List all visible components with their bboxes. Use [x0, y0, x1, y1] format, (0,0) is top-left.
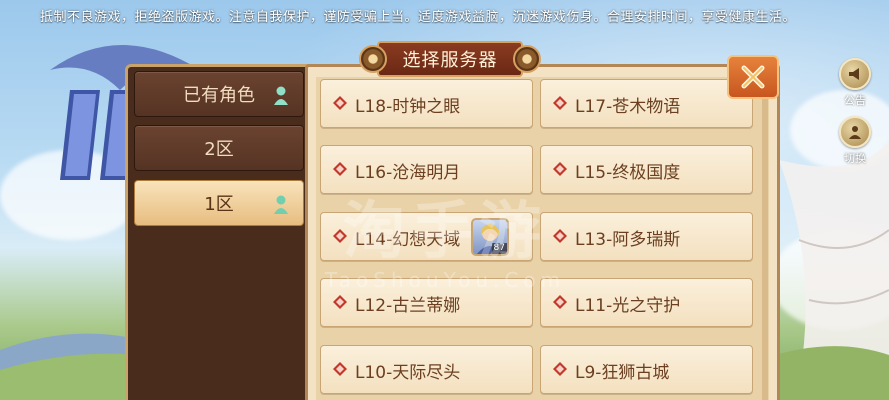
- server-name: L14-幻想天域: [355, 230, 461, 250]
- tab-label: 2区: [204, 139, 234, 160]
- server-status-diamond-icon: [553, 229, 567, 243]
- server-status-diamond-icon: [333, 162, 347, 176]
- dialog-title-banner: 选择服务器: [355, 41, 545, 77]
- server-status-diamond-icon: [553, 162, 567, 176]
- tab-existing-characters[interactable]: 已有角色: [134, 71, 304, 117]
- zone-tab-panel: 已有角色 2区 1区: [125, 64, 310, 400]
- person-icon: [274, 195, 288, 214]
- game-scene: 抵制不良游戏，拒绝盗版游戏。注意自我保护，谨防受骗上当。适度游戏益脑，沉迷游戏伤…: [0, 0, 889, 400]
- server-name: L12-古兰蒂娜: [355, 296, 461, 316]
- dialog-title: 选择服务器: [402, 50, 498, 71]
- server-card[interactable]: L17-苍木物语: [540, 79, 753, 128]
- server-card[interactable]: L15-终极国度: [540, 145, 753, 194]
- close-icon: [727, 55, 779, 99]
- switch-account-icon: [839, 116, 871, 148]
- megaphone-icon: [839, 58, 871, 90]
- server-status-diamond-icon: [333, 295, 347, 309]
- switch-account-button[interactable]: 切换: [839, 116, 871, 166]
- tab-label: 已有角色: [183, 85, 255, 106]
- server-name: L16-沧海明月: [355, 163, 461, 183]
- scrollbar[interactable]: [762, 72, 768, 400]
- person-icon: [274, 86, 288, 105]
- server-card[interactable]: L12-古兰蒂娜: [320, 278, 533, 327]
- tab-zone-1[interactable]: 1区: [134, 180, 304, 226]
- server-status-diamond-icon: [553, 96, 567, 110]
- server-card[interactable]: L10-天际尽头: [320, 345, 533, 394]
- character-level: 87: [491, 243, 507, 254]
- server-status-diamond-icon: [553, 295, 567, 309]
- server-status-diamond-icon: [553, 362, 567, 376]
- server-card[interactable]: L14-幻想天域 87: [320, 212, 533, 261]
- announcement-button[interactable]: 公告: [839, 58, 871, 108]
- server-card[interactable]: L18-时钟之眼: [320, 79, 533, 128]
- server-card[interactable]: L13-阿多瑞斯: [540, 212, 753, 261]
- server-name: L11-光之守护: [575, 296, 681, 316]
- server-name: L9-狂狮古城: [575, 363, 670, 383]
- server-status-diamond-icon: [333, 229, 347, 243]
- server-card[interactable]: L9-狂狮古城: [540, 345, 753, 394]
- server-status-diamond-icon: [333, 362, 347, 376]
- server-name: L13-阿多瑞斯: [575, 230, 681, 250]
- server-name: L18-时钟之眼: [355, 97, 461, 117]
- health-notice: 抵制不良游戏，拒绝盗版游戏。注意自我保护，谨防受骗上当。适度游戏益脑，沉迷游戏伤…: [40, 10, 797, 25]
- close-button[interactable]: [727, 55, 779, 99]
- tab-zone-2[interactable]: 2区: [134, 125, 304, 171]
- tab-label: 1区: [204, 194, 234, 215]
- server-card[interactable]: L11-光之守护: [540, 278, 753, 327]
- server-status-diamond-icon: [333, 96, 347, 110]
- server-card[interactable]: L16-沧海明月: [320, 145, 533, 194]
- switch-account-label: 切换: [844, 152, 866, 165]
- server-name: L17-苍木物语: [575, 97, 681, 117]
- character-avatar: 87: [471, 218, 509, 256]
- server-name: L10-天际尽头: [355, 363, 461, 383]
- server-name: L15-终极国度: [575, 163, 681, 183]
- announcement-label: 公告: [844, 94, 866, 107]
